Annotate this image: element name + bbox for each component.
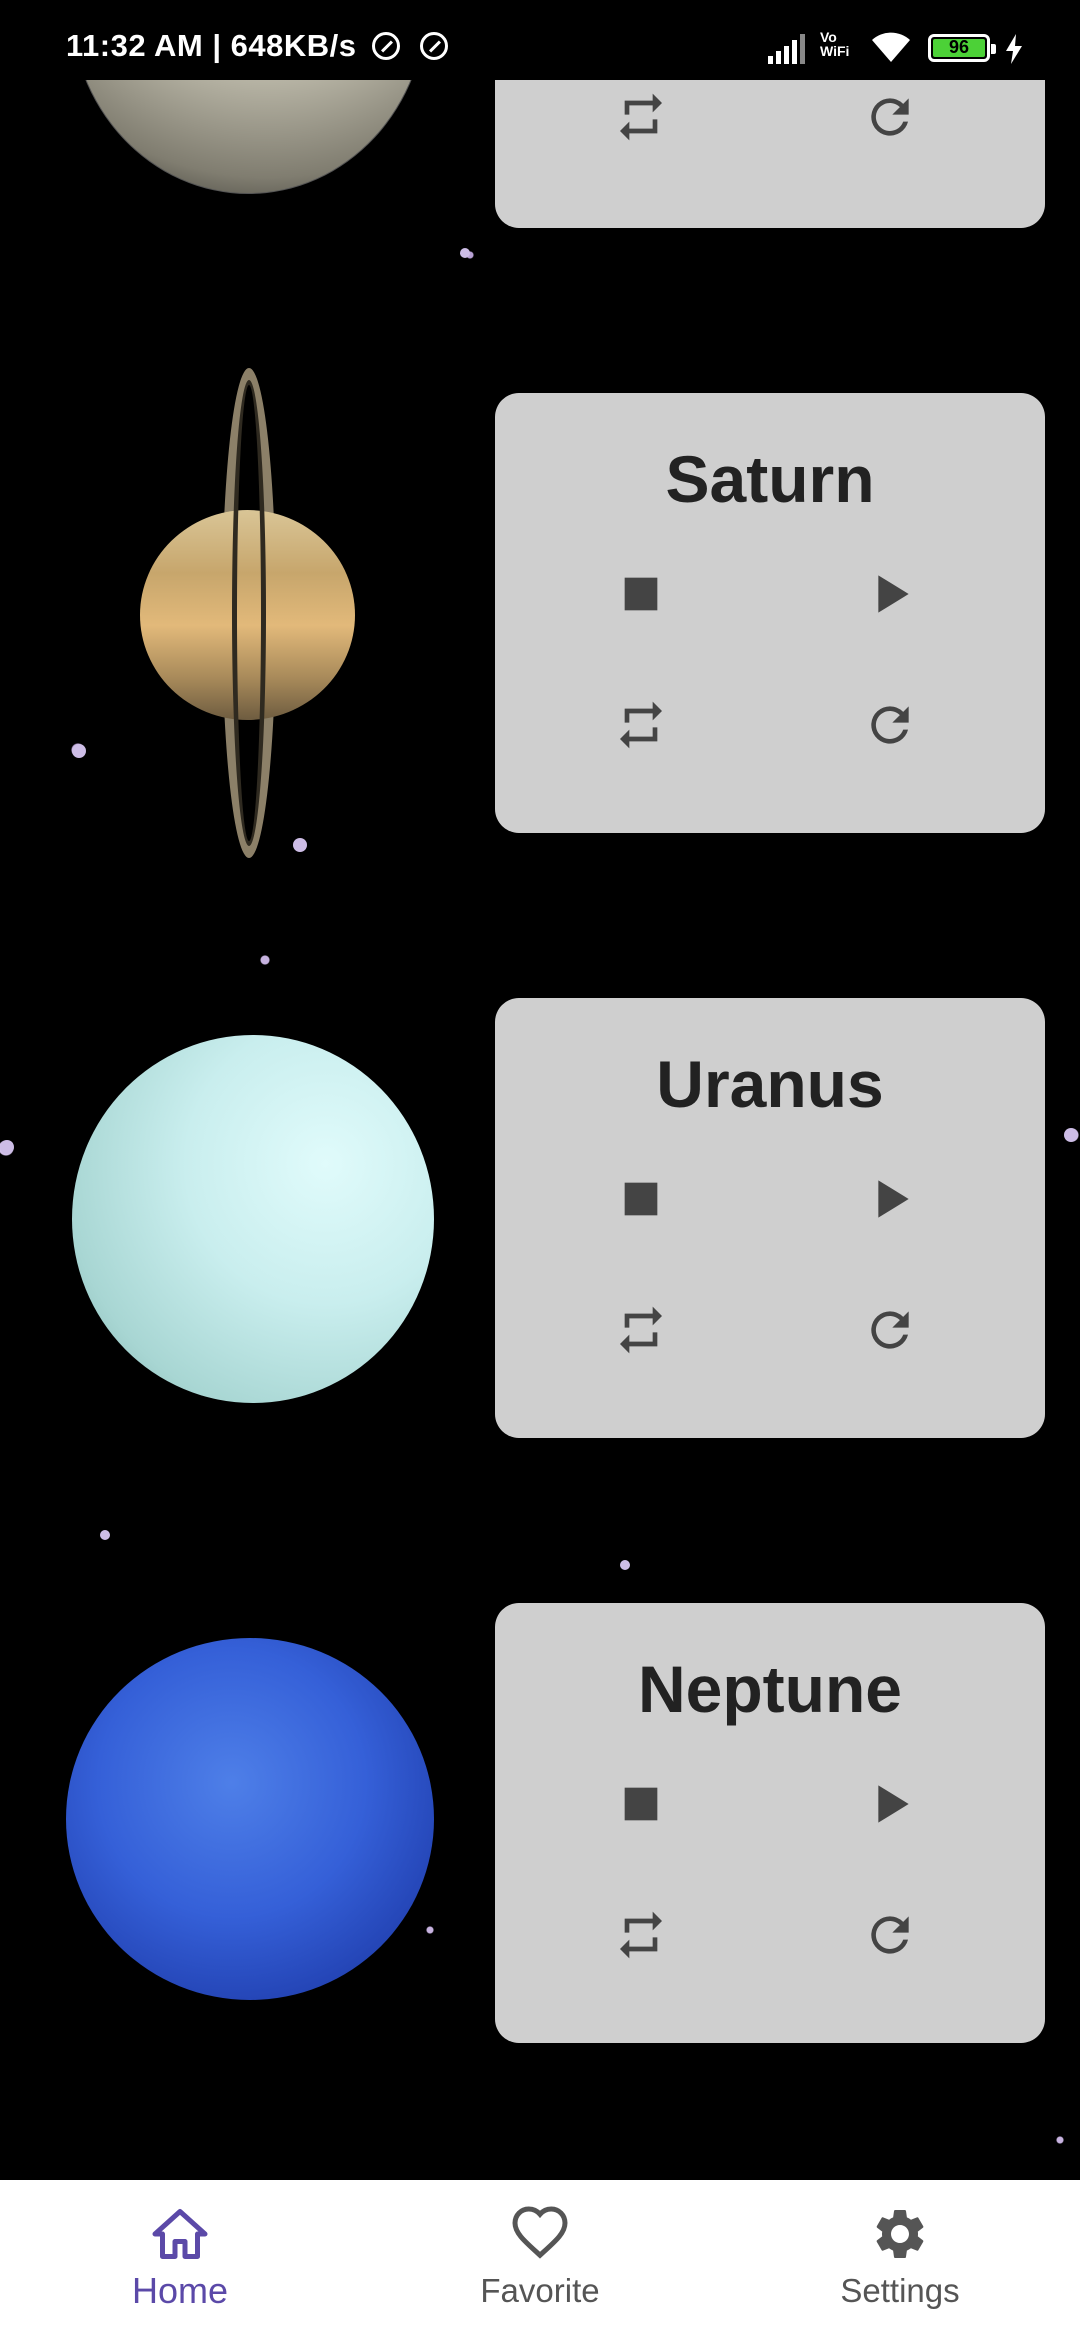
signal-icon [768, 34, 805, 64]
battery-icon: 96 [928, 34, 996, 62]
planet-card-saturn: Saturn [495, 393, 1045, 833]
nav-label-home: Home [131, 2270, 229, 2311]
replay-icon[interactable] [855, 1295, 925, 1365]
planet-name: Neptune [638, 1652, 902, 1726]
replay-icon[interactable] [855, 82, 925, 152]
nav-item-settings[interactable]: Settings [720, 2180, 1080, 2340]
repeat-icon[interactable] [606, 690, 676, 760]
gear-icon [876, 2210, 924, 2258]
nav-label-settings: Settings [840, 2272, 960, 2309]
saturn-ring-inner [232, 380, 266, 846]
planet-name: Uranus [656, 1047, 884, 1121]
battery-level: 96 [948, 37, 970, 57]
nav-item-home[interactable]: Home [0, 2180, 360, 2340]
charging-icon [1006, 34, 1022, 64]
repeat-icon[interactable] [606, 82, 676, 152]
nav-label-favorite: Favorite [480, 2272, 600, 2309]
stop-icon[interactable] [606, 559, 676, 629]
planet-card-neptune: Neptune [495, 1603, 1045, 2043]
wifi-icon [872, 32, 910, 62]
planet-name: Saturn [665, 442, 875, 516]
home-icon [152, 2209, 208, 2259]
nav-item-favorite[interactable]: Favorite [360, 2180, 720, 2340]
replay-icon[interactable] [855, 1900, 925, 1970]
status-bar: 11:32 AM | 648KB/s Vo WiFi 96 [0, 0, 1080, 80]
play-icon[interactable] [855, 1164, 925, 1234]
neptune-image [66, 1638, 434, 2000]
status-time: 11:32 AM | 648KB/s [66, 28, 357, 63]
stop-icon[interactable] [606, 1164, 676, 1234]
repeat-icon[interactable] [606, 1900, 676, 1970]
bottom-navigation: Home Favorite Settings [0, 2180, 1080, 2340]
heart-icon [512, 2206, 568, 2259]
repeat-icon[interactable] [606, 1295, 676, 1365]
replay-icon[interactable] [855, 690, 925, 760]
uranus-image [72, 1035, 434, 1403]
planet-card-uranus: Uranus [495, 998, 1045, 1438]
vowifi-label: Vo WiFi [820, 29, 850, 59]
play-icon[interactable] [855, 559, 925, 629]
data-saver-icon [420, 32, 448, 60]
play-icon[interactable] [855, 1769, 925, 1839]
data-saver-icon [372, 32, 400, 60]
stop-icon[interactable] [606, 1769, 676, 1839]
